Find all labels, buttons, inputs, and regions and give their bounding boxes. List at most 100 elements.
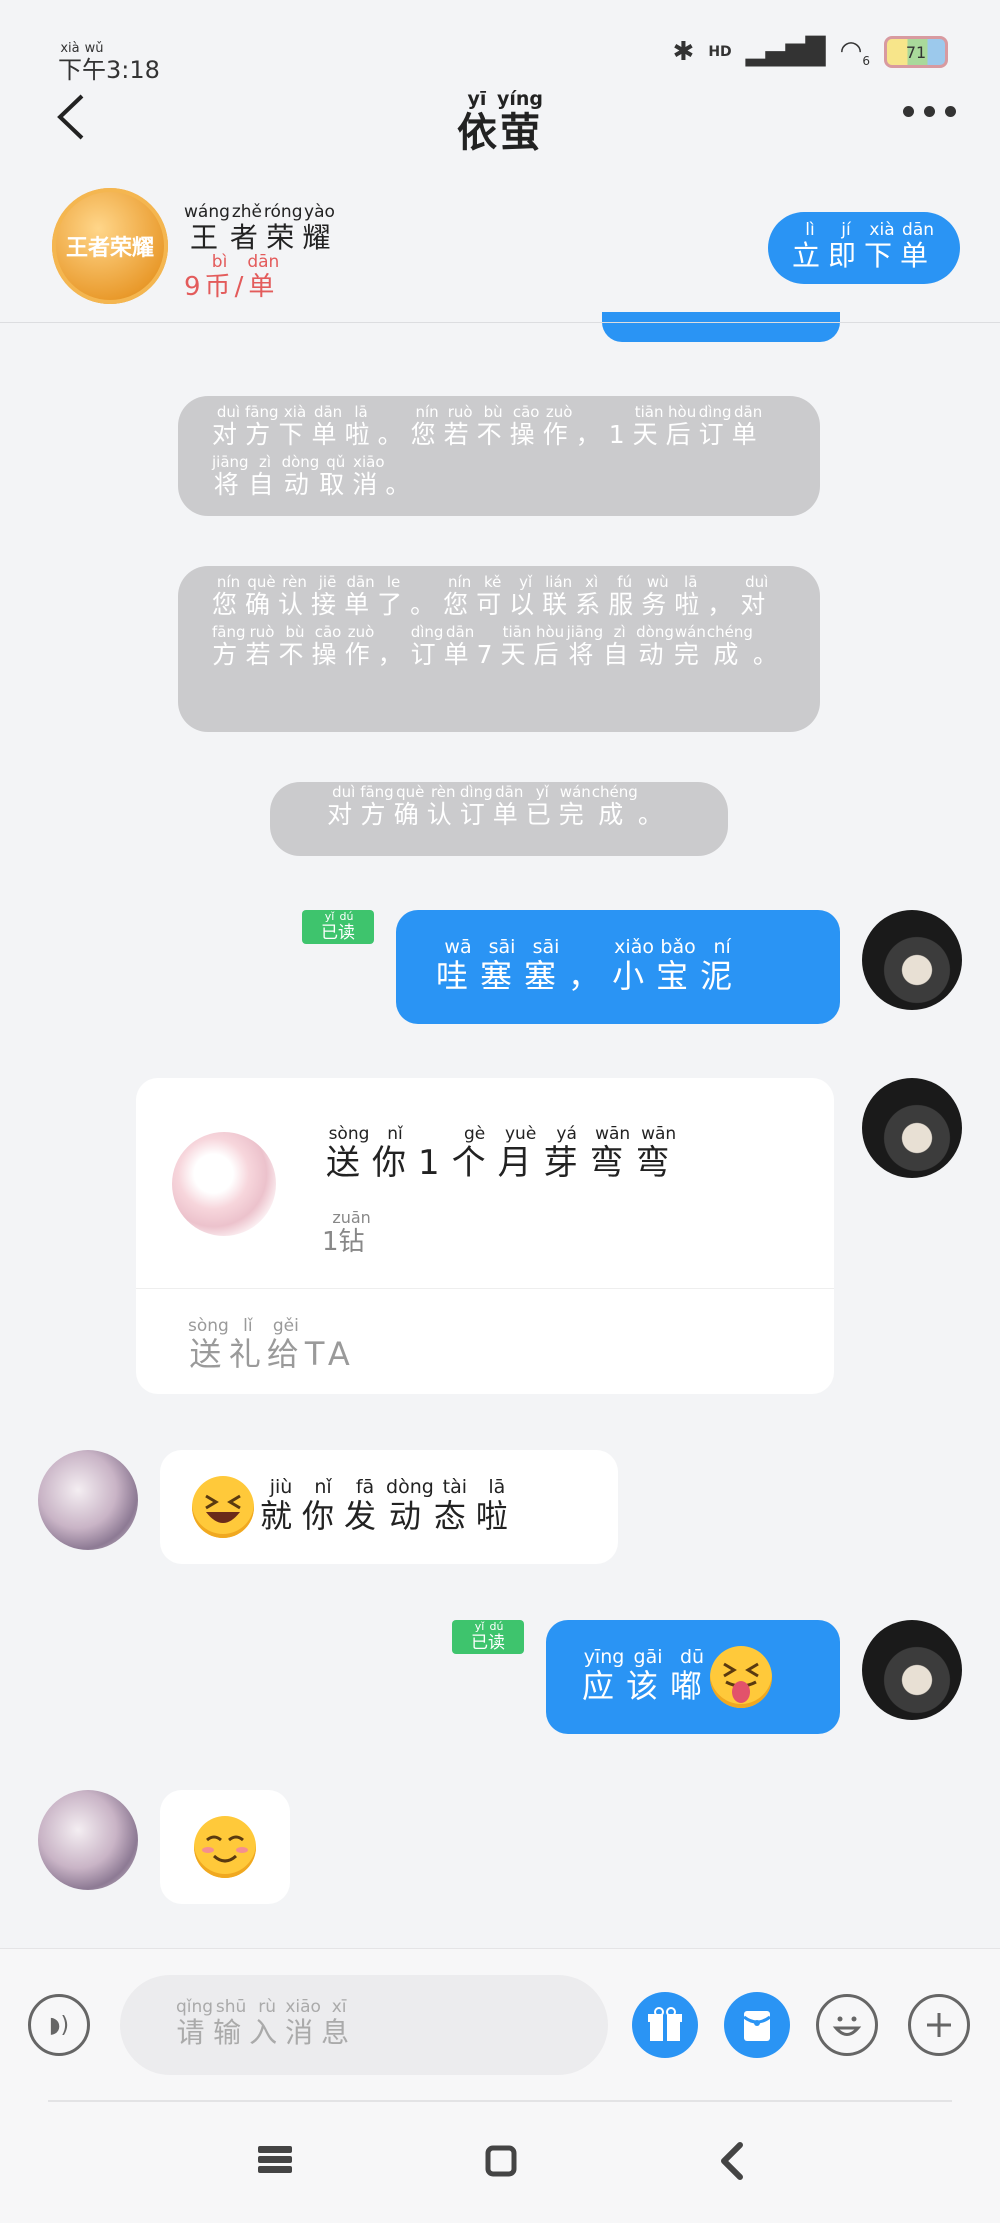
char: 。	[637, 800, 671, 829]
avatar[interactable]	[862, 910, 962, 1010]
smiley-icon	[832, 2016, 862, 2036]
char: 礼lǐ	[228, 1316, 267, 1373]
char: 认rèn	[278, 573, 312, 619]
avatar[interactable]	[38, 1450, 138, 1550]
char: 给gěi	[266, 1316, 305, 1373]
char: 小xiǎo	[612, 935, 657, 995]
gift-card[interactable]: 送sòng你nǐ1个gè月yuè芽yá弯wān弯wān 1钻zuān 送sòng…	[136, 1078, 834, 1394]
nav-divider	[48, 2100, 952, 2102]
header-divider	[0, 322, 1000, 323]
char: 联lián	[542, 573, 576, 619]
plus-button[interactable]	[908, 1994, 970, 2056]
char: 订dìng	[410, 623, 444, 669]
message-bubble[interactable]	[160, 1790, 290, 1904]
red-packet-button[interactable]	[724, 1992, 790, 2058]
char: 啦lā	[344, 403, 378, 449]
battery-level: 71	[905, 42, 927, 62]
char: 啦lā	[674, 573, 708, 619]
char: 。	[752, 640, 786, 669]
char: 操cāo	[509, 403, 543, 449]
char: 下xià	[864, 220, 901, 272]
char: 1	[418, 1143, 452, 1183]
char: 以yǐ	[509, 573, 543, 619]
read-badge: 已yǐ读dú	[302, 910, 374, 944]
char: 哇wā	[436, 935, 481, 995]
char: 态tài	[433, 1475, 476, 1535]
char: 成chéng	[706, 623, 753, 669]
char: 单dān	[900, 220, 937, 272]
system-note: 对duì方fāng确què认rèn订dìng单dān已yǐ完wán成chéng。	[270, 782, 728, 856]
char: 认rèn	[426, 783, 460, 829]
char: 。	[410, 590, 444, 619]
char: 币bì	[204, 252, 235, 302]
char: 动dòng	[281, 453, 320, 499]
char: ，	[575, 420, 609, 449]
status-time: 下xià午wǔ3:18	[58, 41, 160, 85]
gift-divider	[136, 1288, 834, 1289]
send-gift-button[interactable]: 送sòng礼lǐ给gěiTA	[188, 1316, 356, 1375]
char: 单dān	[492, 783, 526, 829]
home-button[interactable]	[484, 2144, 518, 2182]
char: 将jiāng	[212, 453, 249, 499]
char: 萤yíng	[496, 88, 544, 156]
char: 后hòu	[665, 403, 699, 449]
message-bubble[interactable]: 哇wā塞sāi塞sāi，小xiǎo宝bǎo泥ní	[396, 910, 840, 1024]
char: 该gāi	[626, 1645, 671, 1705]
bluetooth-icon: ✱	[672, 37, 695, 68]
smiling-blush-emoji	[194, 1816, 256, 1878]
char: 消xiāo	[285, 1997, 322, 2049]
gift-icon	[648, 2007, 682, 2041]
char: 王wáng	[184, 202, 230, 254]
more-button[interactable]	[903, 106, 956, 117]
game-logo[interactable]: 王者荣耀	[52, 188, 168, 304]
char: 您nín	[443, 573, 477, 619]
char: 息xī	[321, 1997, 358, 2049]
gift-button[interactable]	[632, 1992, 698, 2058]
char: 弯wān	[635, 1124, 682, 1183]
message-bubble[interactable]: 应yīng该gāi嘟dū	[546, 1620, 840, 1734]
char: 不bù	[278, 623, 312, 669]
char: 单dān	[443, 623, 477, 669]
char: 动dòng	[386, 1475, 434, 1535]
char: 午wǔ	[82, 41, 106, 84]
char: 。	[377, 420, 411, 449]
avatar[interactable]	[862, 1620, 962, 1720]
message-bubble[interactable]: 就jiù你nǐ发fā动dòng态tài啦lā	[160, 1450, 618, 1564]
char: 了le	[377, 573, 411, 619]
page-title: 依yī萤yíng	[0, 88, 1000, 158]
recent-apps-button[interactable]	[258, 2144, 292, 2180]
char: 1	[608, 420, 633, 449]
wifi-sub: 6	[862, 54, 870, 69]
char: 确què	[393, 783, 427, 829]
moon-gift-icon	[172, 1132, 276, 1236]
char: 若ruò	[443, 403, 477, 449]
emoji-button[interactable]	[816, 1994, 878, 2056]
char: 塞sāi	[524, 935, 569, 995]
char: 。	[385, 470, 419, 499]
char: 您nín	[212, 573, 246, 619]
gift-price: 1钻zuān	[322, 1208, 371, 1258]
char: 作zuò	[542, 403, 576, 449]
char: 取qǔ	[319, 453, 353, 499]
menu-icon	[258, 2146, 292, 2173]
time-prefix: 下xià午wǔ	[58, 41, 106, 84]
back-nav-button[interactable]	[718, 2142, 744, 2184]
char: 应yīng	[582, 1645, 627, 1705]
time-value: 3:18	[106, 56, 160, 84]
char: 单dān	[247, 252, 280, 302]
char: 宝bǎo	[656, 935, 701, 995]
message-input[interactable]: 请qǐng输shū入rù消xiāo息xī	[120, 1975, 608, 2075]
game-name: 王wáng者zhě荣róng耀yào	[184, 202, 337, 256]
order-now-button[interactable]: 立lì即jí下xià单dān	[768, 212, 960, 284]
char: 已yǐ	[321, 910, 338, 943]
char: 订dìng	[698, 403, 732, 449]
avatar[interactable]	[38, 1790, 138, 1890]
char: ，	[707, 590, 741, 619]
avatar[interactable]	[862, 1078, 962, 1178]
char: 对duì	[212, 403, 246, 449]
char: 作zuò	[344, 623, 378, 669]
voice-button[interactable]: ◗)	[28, 1994, 90, 2056]
char: 天tiān	[500, 623, 534, 669]
char: 读dú	[488, 1620, 505, 1653]
char: 单dān	[731, 403, 765, 449]
